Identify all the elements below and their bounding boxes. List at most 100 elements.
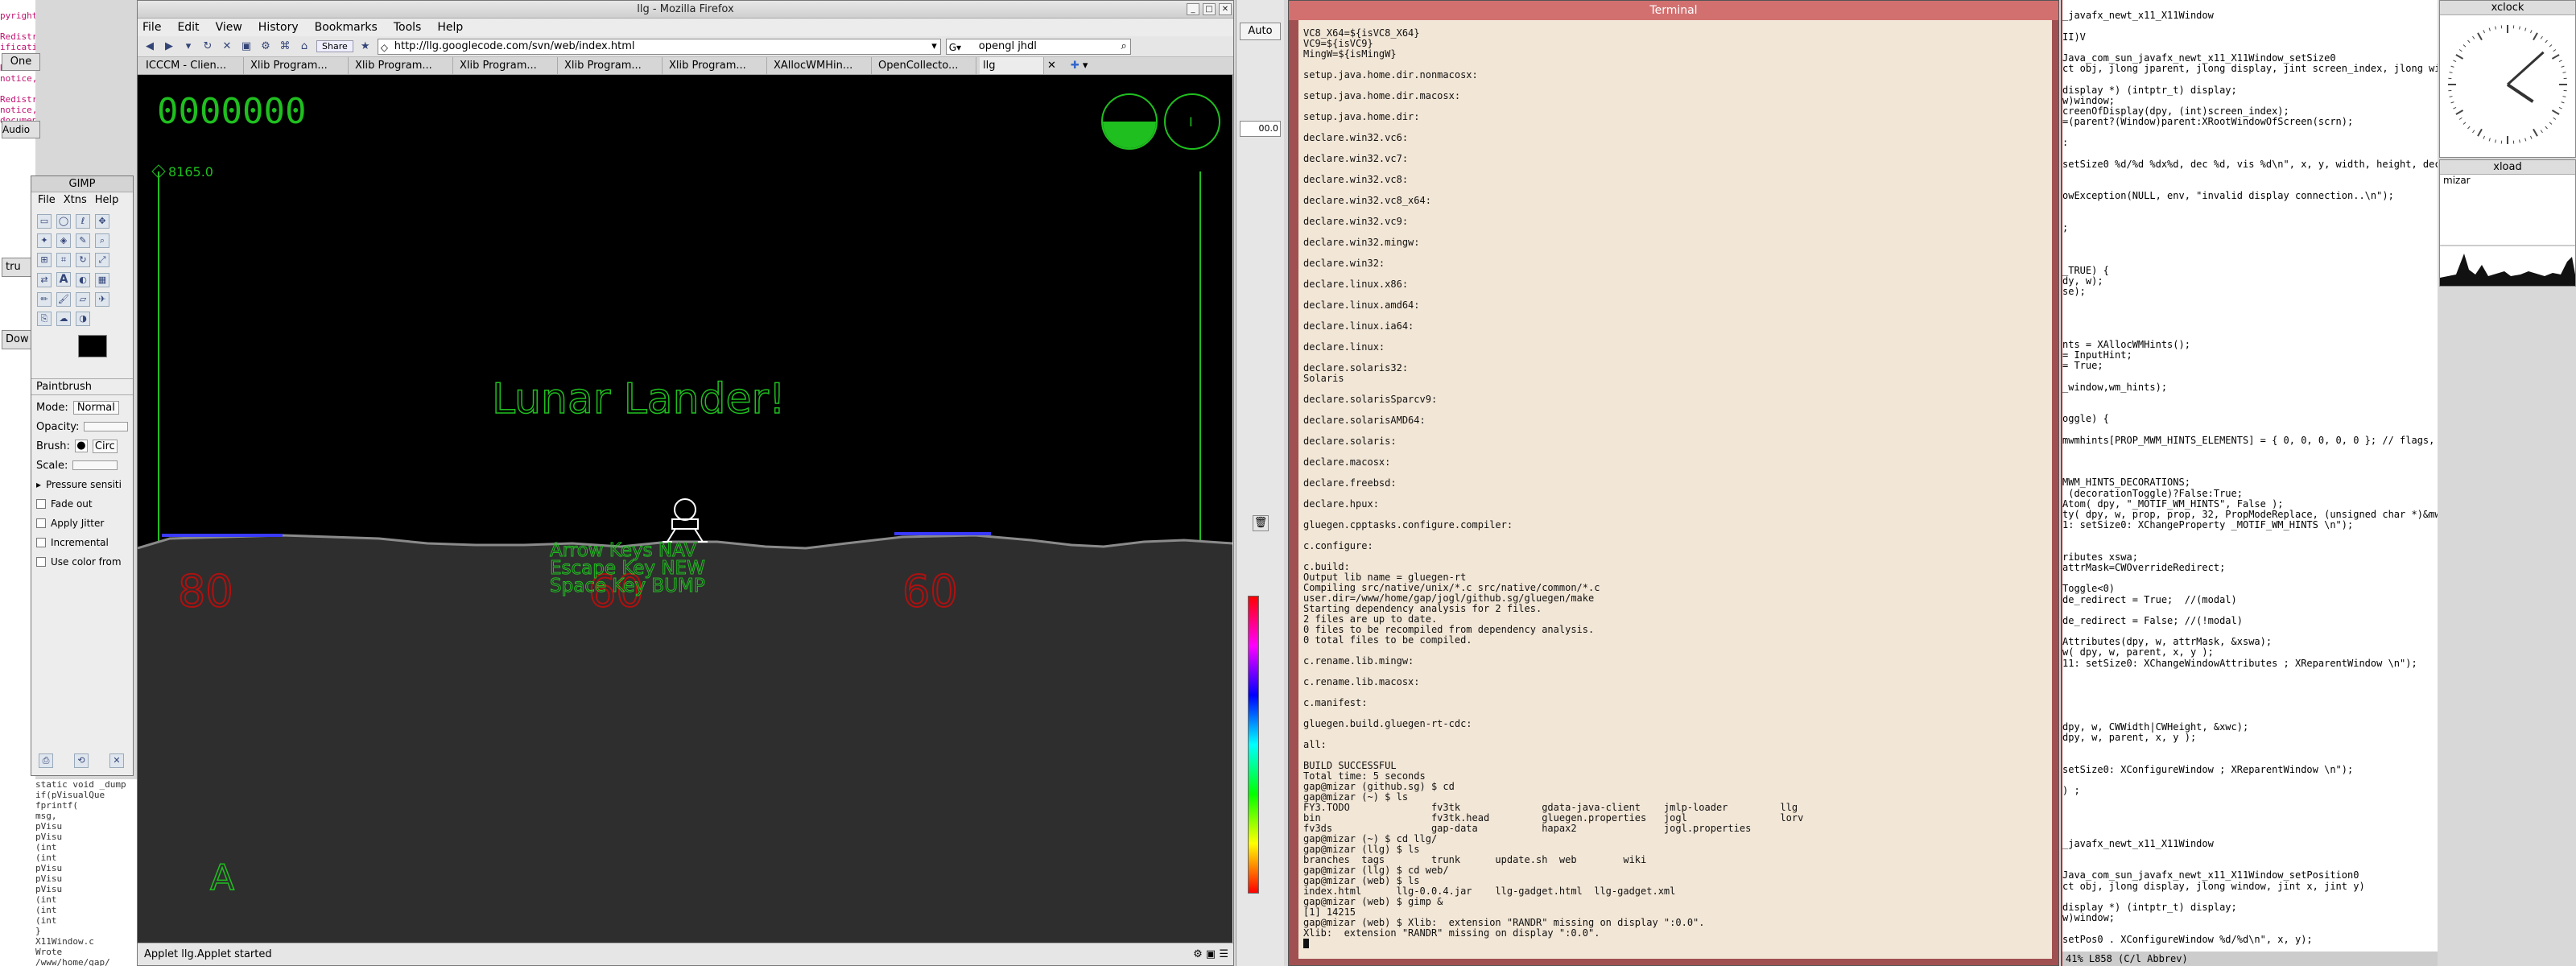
foreground-color[interactable] [78, 335, 107, 357]
airbrush-icon[interactable]: ✈ [95, 292, 109, 307]
gimp-menu-xtns[interactable]: Xtns [64, 192, 87, 208]
bookmark-icon[interactable]: ★ [358, 39, 373, 54]
minimize-button[interactable]: _ [1187, 3, 1199, 15]
trash-icon[interactable]: 🗑 [1253, 515, 1269, 531]
forward-icon[interactable]: ▶ [162, 39, 176, 54]
align-icon[interactable]: ⊞ [37, 253, 52, 267]
menu-file[interactable]: File [142, 19, 161, 36]
auto-button[interactable]: Auto [1240, 23, 1281, 40]
menu-tools[interactable]: Tools [394, 19, 422, 36]
terminal-line: setup.java.home.dir.macosx: [1303, 90, 1461, 101]
close-button[interactable]: ✕ [1219, 3, 1232, 15]
bucket-fill-icon[interactable]: ◐ [76, 273, 90, 287]
rotate-icon[interactable]: ↻ [76, 253, 90, 267]
menu-view[interactable]: View [216, 19, 242, 36]
brush-preview-icon[interactable]: ● [74, 440, 88, 452]
screenshot-icon[interactable]: ▣ [239, 39, 254, 54]
tab-xlib-4[interactable]: Xlib Program... [561, 57, 663, 74]
fade-out-checkbox[interactable] [36, 499, 46, 509]
history-dropdown-icon[interactable]: ▾ [181, 39, 196, 54]
blend-icon[interactable]: ▦ [95, 273, 109, 287]
tab-close-icon[interactable]: ✕ [1047, 57, 1056, 74]
smudge-icon[interactable]: ☁ [56, 312, 71, 326]
url-dropdown-icon[interactable]: ▾ [931, 39, 937, 54]
reload-icon[interactable]: ↻ [200, 39, 215, 54]
scale-icon[interactable]: ⤢ [95, 253, 109, 267]
expander-icon[interactable]: ▸ [36, 479, 41, 490]
tab-opencollecto[interactable]: OpenCollecto... [875, 57, 976, 74]
color-select-icon[interactable]: ◈ [56, 233, 71, 248]
ellipse-select-icon[interactable]: ◯ [56, 214, 71, 229]
crop-icon[interactable]: ⌗ [56, 253, 71, 267]
pressure-label[interactable]: Pressure sensiti [46, 479, 122, 490]
eraser-icon[interactable]: ▱ [76, 292, 90, 307]
url-bar[interactable]: ◇ http://llg.googlecode.com/svn/web/inde… [377, 38, 941, 55]
use-color-checkbox[interactable] [36, 557, 46, 567]
opacity-slider[interactable] [84, 422, 128, 431]
mode-select[interactable]: Normal [72, 400, 119, 415]
lunar-lander-canvas[interactable]: 0000000 I 8165.0 5 80 60 [138, 75, 1232, 943]
incremental-checkbox[interactable] [36, 538, 46, 547]
scale-slider[interactable] [72, 460, 118, 470]
paintbrush-icon[interactable]: 🖌 [56, 292, 71, 307]
home-icon[interactable]: ⌂ [297, 39, 312, 54]
save-options-icon[interactable]: ⎙ [39, 753, 53, 768]
lasso-icon[interactable]: ℓ [76, 214, 90, 229]
emacs-editor[interactable]: _javafx_newt_x11_X11Window II)V Java_com_s… [2061, 0, 2438, 966]
menu-help[interactable]: Help [437, 19, 463, 36]
audio-button[interactable]: Audio C [2, 121, 40, 138]
tab-xlib-5[interactable]: Xlib Program... [666, 57, 767, 74]
zoom-icon[interactable]: ⌕ [95, 233, 109, 248]
text-icon[interactable]: A [56, 272, 71, 287]
pencil-icon[interactable]: ✏ [37, 292, 52, 307]
value-field[interactable]: 00.0 [1240, 121, 1281, 137]
gimp-menu-file[interactable]: File [38, 192, 56, 208]
rect-select-icon[interactable]: ▭ [37, 214, 52, 229]
code-line: w( dpy, w, parent, x, y ); [2062, 646, 2214, 658]
color-swatch[interactable] [38, 335, 126, 375]
search-icon[interactable]: ⌕ [1121, 39, 1126, 54]
emacs-code[interactable]: _javafx_newt_x11_X11Window II)V Java_com_s… [2062, 0, 2438, 945]
tab-xallocwmhints[interactable]: XAllocWMHin... [770, 57, 872, 74]
terminal-output[interactable]: VC8_X64=${isVC8_X64} VC9=${isVC9} MingW=${… [1298, 20, 2052, 959]
restore-options-icon[interactable]: ⟲ [74, 753, 89, 768]
color-picker-icon[interactable]: ✎ [76, 233, 90, 248]
tab-icccm[interactable]: ICCCM - Clien... [142, 57, 244, 74]
delete-options-icon[interactable]: ✕ [109, 753, 124, 768]
tru-button[interactable]: tru [2, 258, 34, 277]
tab-xlib-3[interactable]: Xlib Program... [456, 57, 558, 74]
gimp-menu-help[interactable]: Help [95, 192, 119, 208]
search-engine-icon[interactable]: G▾ [949, 40, 961, 55]
menu-bookmarks[interactable]: Bookmarks [315, 19, 378, 36]
addon2-icon[interactable]: ⌘ [278, 39, 292, 54]
tab-xlib-2[interactable]: Xlib Program... [352, 57, 453, 74]
clock-tick [2524, 27, 2527, 31]
tab-llg[interactable]: llg [980, 57, 1044, 74]
fuzzy-select-icon[interactable]: ✦ [37, 233, 52, 248]
apply-jitter-checkbox[interactable] [36, 518, 46, 528]
share-button[interactable]: Share [316, 40, 353, 52]
back-icon[interactable]: ◀ [142, 39, 157, 54]
addon-icon[interactable]: ⚙ [258, 39, 273, 54]
search-box[interactable]: G▾ opengl jhdl ⌕ [945, 38, 1131, 55]
lunar-lander-applet[interactable]: 0000000 I 8165.0 5 80 60 [138, 75, 1232, 943]
maximize-button[interactable]: □ [1203, 3, 1216, 15]
menu-history[interactable]: History [258, 19, 299, 36]
one-button[interactable]: One [2, 53, 40, 71]
flip-icon[interactable]: ⇄ [37, 273, 52, 287]
tab-xlib-1[interactable]: Xlib Program... [247, 57, 349, 74]
new-tab-icon[interactable]: ✚ [1071, 57, 1080, 74]
move-icon[interactable]: ✥ [95, 214, 109, 229]
clone-icon[interactable]: ⎘ [37, 312, 52, 326]
dow-button[interactable]: Dow [2, 330, 34, 349]
menu-edit[interactable]: Edit [177, 19, 199, 36]
tab-list-icon[interactable]: ▾ [1083, 57, 1088, 74]
stop-icon[interactable]: ✕ [220, 39, 234, 54]
dodge-icon[interactable]: ◑ [76, 312, 90, 326]
color-ramp[interactable] [1248, 596, 1259, 894]
